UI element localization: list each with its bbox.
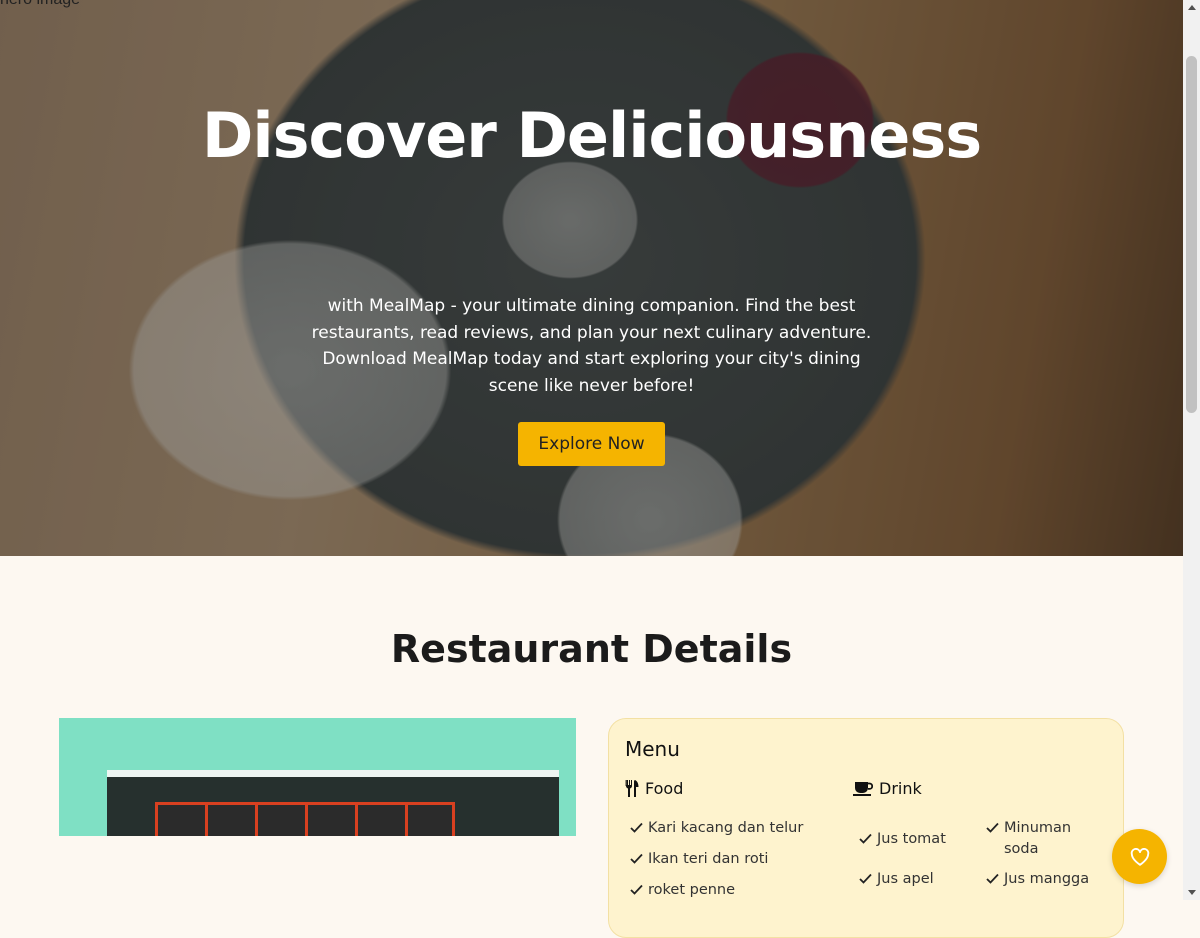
- hero-image-alt-text: hero image: [0, 0, 80, 9]
- drink-column-header: Drink: [853, 779, 922, 798]
- hero-section: hero image Discover Deliciousness with M…: [0, 0, 1183, 556]
- favorite-button[interactable]: [1112, 829, 1167, 884]
- coffee-cup-icon: [853, 781, 873, 796]
- hero-image-overlay: [0, 0, 1183, 556]
- hero-description: with MealMap - your ultimate dining comp…: [311, 296, 872, 396]
- food-item: Ikan teri dan roti: [630, 849, 768, 870]
- restaurant-details-title: Restaurant Details: [390, 627, 793, 671]
- explore-now-button[interactable]: Explore Now: [518, 422, 665, 466]
- drink-item: Jus mangga: [986, 869, 1089, 890]
- check-icon: [630, 822, 643, 833]
- food-item: Kari kacang dan telur: [630, 818, 803, 839]
- check-icon: [630, 853, 643, 864]
- check-icon: [859, 833, 872, 844]
- food-column-header: Food: [625, 779, 683, 798]
- check-icon: [986, 822, 999, 833]
- scrollbar-thumb[interactable]: [1186, 56, 1197, 413]
- menu-card: Menu Food Drink Kari kacang dan telur Ik…: [608, 718, 1124, 938]
- drink-item: Jus apel: [859, 869, 934, 890]
- scroll-down-arrow[interactable]: [1188, 890, 1196, 895]
- drink-item: Minuman soda: [986, 818, 1096, 860]
- check-icon: [986, 873, 999, 884]
- scroll-up-arrow[interactable]: [1188, 5, 1196, 10]
- check-icon: [630, 884, 643, 895]
- food-label: Food: [645, 779, 684, 798]
- drink-label: Drink: [879, 779, 922, 798]
- heart-icon: [1130, 847, 1149, 866]
- page-scrollbar[interactable]: [1183, 0, 1200, 900]
- restaurant-image: [59, 718, 576, 836]
- drink-item: Jus tomat: [859, 829, 946, 850]
- menu-title: Menu: [625, 737, 680, 761]
- food-item: roket penne: [630, 880, 735, 901]
- check-icon: [859, 873, 872, 884]
- hero-title: Discover Deliciousness: [201, 99, 982, 172]
- utensils-icon: [625, 780, 639, 797]
